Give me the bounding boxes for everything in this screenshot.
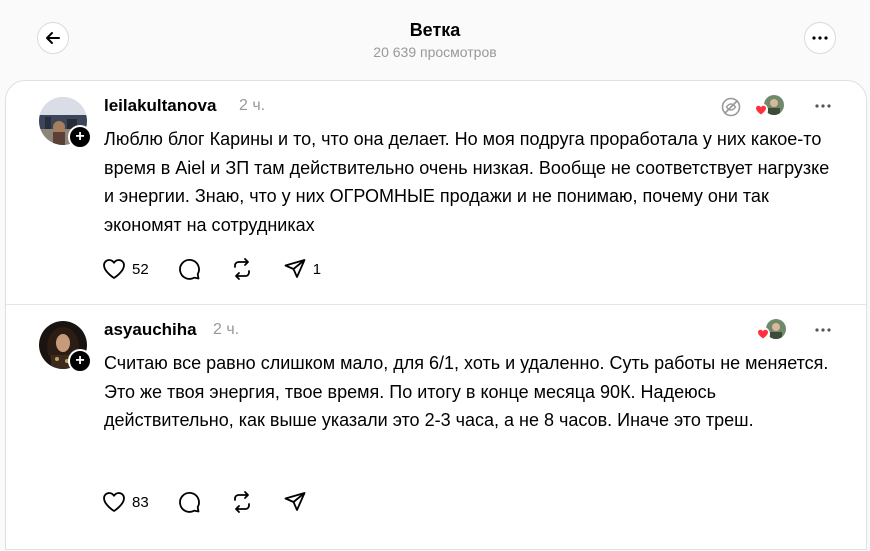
liked-by-avatars[interactable] [756, 319, 786, 343]
like-button[interactable]: 83 [102, 491, 149, 513]
comment-button[interactable] [177, 257, 201, 281]
repost-icon [233, 258, 250, 280]
paper-plane-icon [284, 492, 306, 511]
speech-bubble-icon [178, 259, 200, 280]
repost-icon [233, 491, 250, 513]
repost-button[interactable] [229, 257, 255, 281]
share-button[interactable] [283, 490, 307, 514]
liked-by-avatars[interactable] [754, 95, 784, 119]
repost-button[interactable] [229, 490, 255, 514]
heart-badge-icon [754, 103, 768, 117]
follow-plus-icon[interactable]: + [68, 349, 92, 373]
post-time[interactable]: 2 ч. [239, 97, 265, 115]
share-button[interactable]: 1 [283, 257, 321, 281]
view-count: 20 639 просмотров [373, 44, 497, 60]
ellipsis-icon [812, 36, 828, 40]
username[interactable]: asyauchiha [104, 320, 197, 340]
thread-post: + leilakultanova 2 ч. Люблю блог Карины … [6, 81, 866, 305]
heart-badge-icon [756, 327, 770, 341]
ellipsis-icon[interactable] [814, 95, 832, 117]
post-time[interactable]: 2 ч. [213, 321, 239, 339]
post-meta-icons [756, 319, 786, 343]
post-meta-icons [720, 95, 784, 119]
paper-plane-icon [284, 259, 306, 278]
speech-bubble-icon [178, 492, 200, 513]
heart-icon [103, 492, 125, 512]
thread-panel: + leilakultanova 2 ч. Люблю блог Карины … [5, 80, 867, 550]
eye-off-icon[interactable] [720, 96, 742, 118]
post-actions: 83 [102, 490, 335, 514]
more-options-button[interactable] [804, 22, 836, 54]
post-actions: 52 1 [102, 257, 349, 281]
header: Ветка 20 639 просмотров [0, 0, 870, 80]
like-button[interactable]: 52 [102, 258, 149, 280]
like-count: 52 [132, 260, 149, 278]
like-count: 83 [132, 493, 149, 511]
page-title: Ветка [409, 20, 461, 40]
thread-post: + asyauchiha 2 ч. Считаю все равно слишк… [6, 305, 866, 551]
post-text: Люблю блог Карины и то, что она делает. … [104, 129, 830, 236]
heart-icon [103, 259, 125, 279]
share-count: 1 [312, 260, 322, 278]
ellipsis-icon[interactable] [814, 319, 832, 341]
username[interactable]: leilakultanova [104, 96, 216, 116]
comment-button[interactable] [177, 490, 201, 514]
follow-plus-icon[interactable]: + [68, 125, 92, 149]
post-text: Считаю все равно слишком мало, для 6/1, … [104, 353, 829, 431]
